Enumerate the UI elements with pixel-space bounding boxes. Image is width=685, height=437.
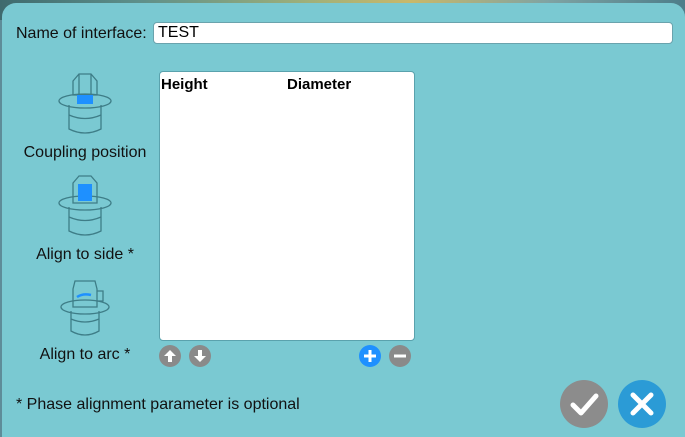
arrow-down-icon (194, 350, 206, 362)
arrow-up-icon (164, 350, 176, 362)
move-down-button[interactable] (189, 345, 211, 367)
move-up-button[interactable] (159, 345, 181, 367)
coupling-position-icon (58, 73, 112, 134)
column-header-diameter: Diameter (287, 76, 352, 93)
interface-dialog: Name of interface: Coupling position (2, 3, 685, 437)
option-label: Align to side * (36, 246, 134, 263)
align-to-arc-icon (60, 280, 110, 336)
cancel-button[interactable] (618, 380, 666, 428)
name-label: Name of interface: (16, 25, 147, 42)
option-align-to-side[interactable]: Align to side * (17, 171, 153, 264)
footnote: * Phase alignment parameter is optional (16, 396, 300, 413)
option-label: Align to arc * (39, 346, 131, 363)
remove-row-button[interactable] (389, 345, 411, 367)
minus-icon (394, 354, 406, 358)
parameter-table[interactable]: Height Diameter (159, 71, 415, 341)
ok-button[interactable] (560, 380, 608, 428)
plus-icon (364, 350, 376, 362)
option-label: Coupling position (23, 144, 147, 161)
close-icon (630, 392, 654, 416)
column-header-height: Height (161, 76, 208, 93)
align-to-side-icon (58, 175, 112, 236)
option-align-to-arc[interactable]: Align to arc * (17, 275, 153, 364)
checkmark-icon (570, 393, 599, 416)
option-coupling-position[interactable]: Coupling position (17, 69, 153, 162)
add-row-button[interactable] (359, 345, 381, 367)
name-input[interactable] (153, 22, 673, 44)
